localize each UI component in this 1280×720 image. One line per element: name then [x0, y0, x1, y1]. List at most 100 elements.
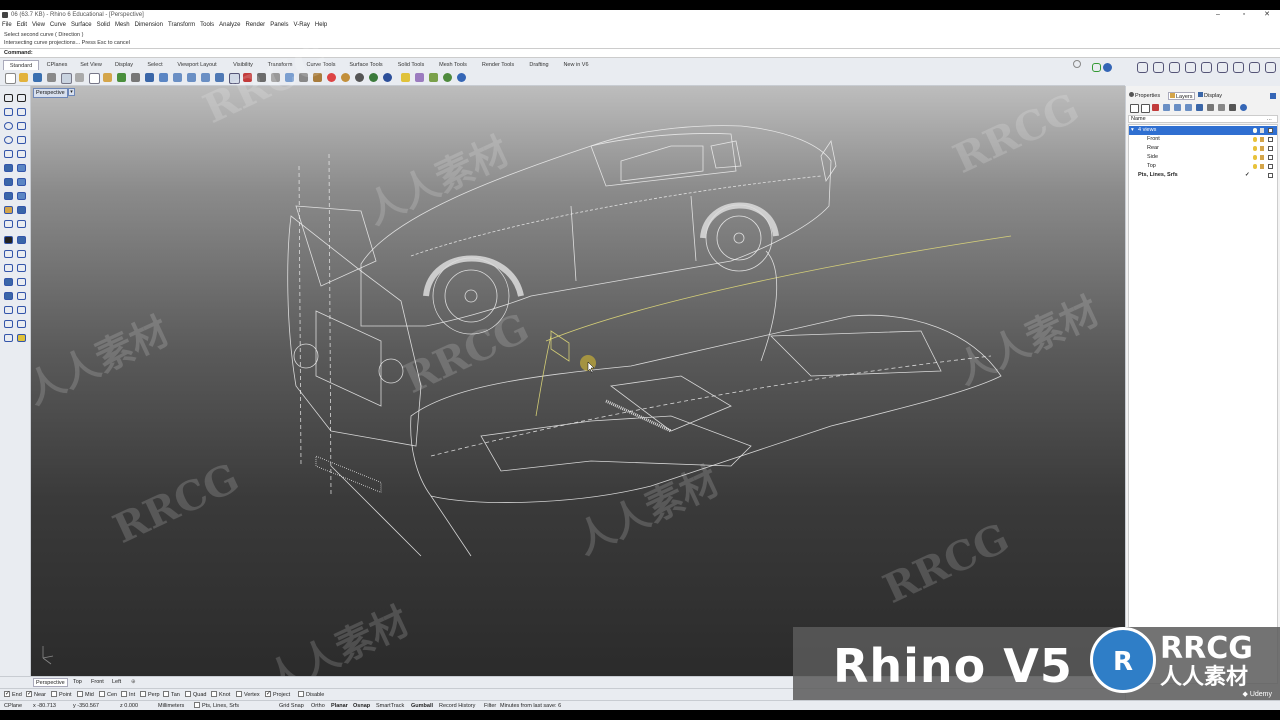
panel-tab-properties[interactable]: Properties: [1129, 92, 1160, 100]
layer-row[interactable]: Front: [1129, 135, 1277, 144]
point-icon[interactable]: [271, 73, 280, 82]
tab-drafting[interactable]: Drafting: [524, 60, 554, 70]
layer-row[interactable]: Rear: [1129, 144, 1277, 153]
menu-edit[interactable]: Edit: [17, 22, 27, 28]
minimize-button[interactable]: –: [1205, 10, 1231, 20]
tab-select[interactable]: Select: [141, 60, 169, 70]
curve-icon[interactable]: [17, 150, 26, 158]
layer-icon[interactable]: [299, 73, 308, 82]
rendered-sphere-icon[interactable]: [383, 73, 392, 82]
four-view-icon[interactable]: [229, 73, 240, 84]
menu-curve[interactable]: Curve: [50, 22, 66, 28]
rotate-view-icon[interactable]: [159, 73, 168, 82]
bulb-icon[interactable]: [1253, 155, 1257, 160]
osnap-end-checkbox[interactable]: [4, 690, 10, 698]
render-sphere-icon[interactable]: [341, 73, 350, 82]
menu-file[interactable]: File: [2, 22, 12, 28]
box-icon[interactable]: [1201, 62, 1212, 73]
layer-help-icon[interactable]: [1240, 104, 1247, 111]
polyline-icon[interactable]: [4, 108, 13, 116]
menu-mesh[interactable]: Mesh: [115, 22, 130, 28]
osnap-quad-checkbox[interactable]: [185, 690, 191, 697]
mirror-icon[interactable]: [4, 278, 13, 286]
osnap-cen[interactable]: Cen: [99, 690, 117, 699]
dimension-icon[interactable]: [17, 306, 26, 314]
extrude-icon[interactable]: [1265, 62, 1276, 73]
circle-icon[interactable]: [4, 122, 13, 130]
surface-icon[interactable]: [4, 164, 13, 172]
open-file-icon[interactable]: [19, 73, 28, 82]
collapse-icon[interactable]: ▾: [1131, 126, 1134, 135]
menu-solid[interactable]: Solid: [97, 22, 110, 28]
add-viewport-icon[interactable]: ⊕: [131, 678, 136, 687]
gumball-toggle[interactable]: Gumball: [411, 702, 433, 710]
osnap-toggle-icon[interactable]: [1092, 63, 1101, 72]
undo-view-icon[interactable]: [215, 73, 224, 82]
osnap-point-checkbox[interactable]: [51, 690, 57, 697]
import-icon[interactable]: [61, 73, 72, 84]
layer-color-swatch[interactable]: [1268, 164, 1273, 169]
tab-surface-tools[interactable]: Surface Tools: [344, 60, 388, 70]
current-layer[interactable]: Pts, Lines, Srfs: [194, 701, 239, 710]
menu-view[interactable]: View: [32, 22, 45, 28]
tab-solid-tools[interactable]: Solid Tools: [392, 60, 430, 70]
move-up-icon[interactable]: [1163, 104, 1170, 111]
copy-icon[interactable]: [89, 73, 100, 84]
lock-icon[interactable]: [1260, 137, 1264, 142]
osnap-int-checkbox[interactable]: [121, 690, 127, 697]
line-icon[interactable]: [17, 108, 26, 116]
lock-icon[interactable]: [313, 73, 322, 82]
ortho-toggle[interactable]: Ortho: [311, 702, 325, 710]
smarttrack-toggle[interactable]: SmartTrack: [376, 702, 404, 710]
tab-mesh-tools[interactable]: Mesh Tools: [434, 60, 472, 70]
delete-layer-icon[interactable]: [1152, 104, 1159, 111]
osnap-mid[interactable]: Mid: [77, 690, 94, 699]
osnap-tan-checkbox[interactable]: [163, 690, 169, 697]
history-icon[interactable]: [1137, 62, 1148, 73]
print-icon[interactable]: [47, 73, 56, 82]
menu-help[interactable]: Help: [315, 22, 327, 28]
sweep-tool-icon[interactable]: [17, 192, 26, 200]
lock-icon[interactable]: [1260, 146, 1264, 151]
viewport-tab-left[interactable]: Left: [112, 678, 121, 687]
text-icon[interactable]: [4, 320, 13, 328]
panel-tab-layers[interactable]: Layers: [1168, 92, 1195, 100]
cut-icon[interactable]: [75, 73, 84, 82]
move-down-icon[interactable]: [1174, 104, 1181, 111]
filter-icon[interactable]: [1196, 104, 1203, 111]
vray-icon[interactable]: [429, 73, 438, 82]
layer-row[interactable]: Top: [1129, 162, 1277, 171]
trim-icon[interactable]: [4, 220, 13, 228]
offset-icon[interactable]: [17, 292, 26, 300]
point-tool-icon[interactable]: [17, 94, 26, 102]
lock-icon[interactable]: [1260, 164, 1264, 169]
menu-dimension[interactable]: Dimension: [135, 22, 163, 28]
record-history-toggle[interactable]: Record History: [439, 702, 475, 710]
scale-tool-icon[interactable]: [17, 264, 26, 272]
tab-new-in-v6[interactable]: New in V6: [558, 60, 594, 70]
shaded-sphere-icon[interactable]: [355, 73, 364, 82]
osnap-vertex[interactable]: Vertex: [236, 690, 260, 699]
layer-color-swatch[interactable]: [1268, 155, 1273, 160]
layer-color-swatch[interactable]: [1268, 137, 1273, 142]
new-sublayer-icon[interactable]: [1141, 104, 1150, 113]
layer-settings-icon[interactable]: [1229, 104, 1236, 111]
column-options-icon[interactable]: …: [1267, 116, 1273, 123]
tab-set-view[interactable]: Set View: [75, 60, 107, 70]
boolean-icon[interactable]: [4, 206, 13, 214]
copy-tool-icon[interactable]: [17, 250, 26, 258]
menu-analyze[interactable]: Analyze: [219, 22, 240, 28]
layer-tool-icon[interactable]: [1207, 104, 1214, 111]
osnap-near[interactable]: Near: [26, 690, 46, 699]
rectangle-icon[interactable]: [17, 122, 26, 130]
menu-vray[interactable]: V-Ray: [294, 22, 310, 28]
osnap-perp-checkbox[interactable]: [140, 690, 146, 697]
grid-snap-toggle[interactable]: Grid Snap: [279, 702, 304, 710]
check-icon[interactable]: [17, 320, 26, 328]
bulb-icon[interactable]: [1253, 146, 1257, 151]
layer-color-swatch[interactable]: [1268, 146, 1273, 151]
surface-frame-icon[interactable]: [1185, 62, 1196, 73]
save-icon[interactable]: [33, 73, 42, 82]
osnap-perp[interactable]: Perp: [140, 690, 160, 699]
tab-viewport-layout[interactable]: Viewport Layout: [172, 60, 222, 70]
